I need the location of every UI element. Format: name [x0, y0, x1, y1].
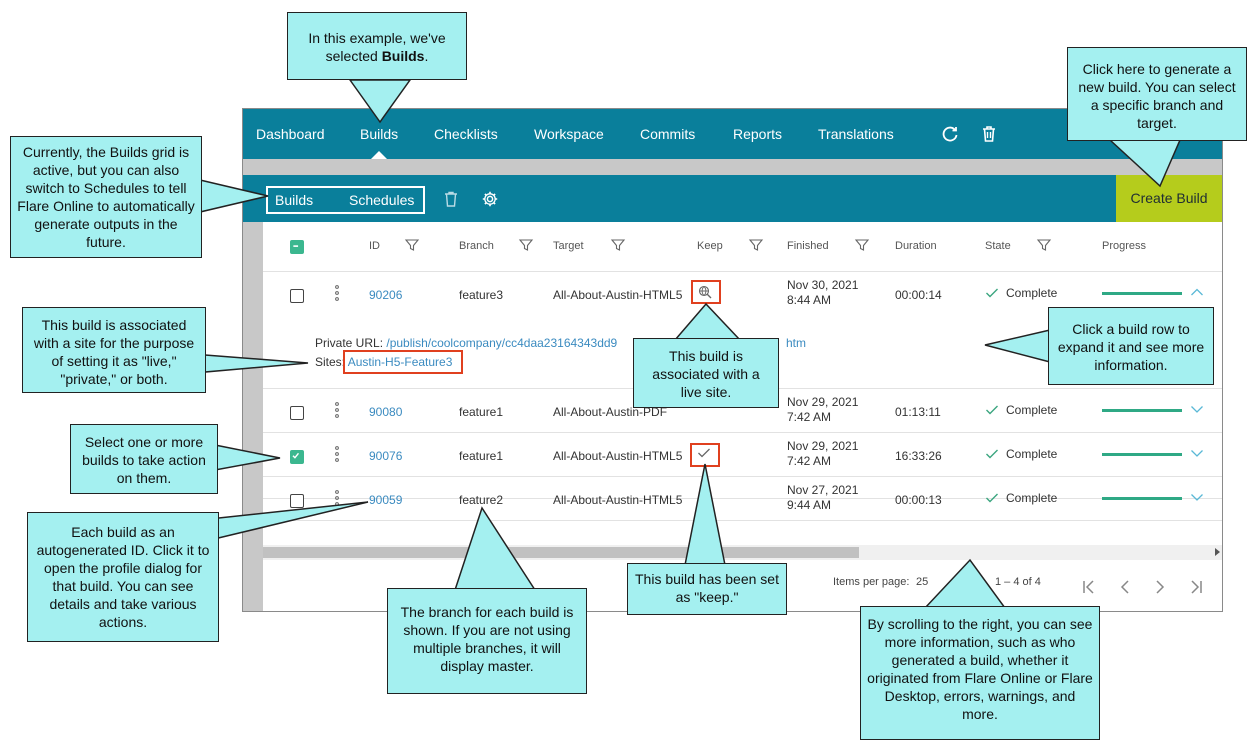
callout-select-builds: Select one or more builds to take action…	[70, 424, 218, 494]
callout-selected-builds: In this example, we've selected Builds.	[287, 12, 467, 80]
callout-autogen-id: Each build as an autogenerated ID. Click…	[27, 512, 219, 642]
callout-scroll-right: By scrolling to the right, you can see m…	[860, 606, 1100, 740]
callout-create-build: Click here to generate a new build. You …	[1067, 47, 1247, 141]
callout-keep: This build has been set as "keep."	[627, 563, 787, 615]
callout-selected-builds-end: .	[424, 48, 429, 64]
callout-live-site: This build is associated with a live sit…	[633, 338, 779, 408]
callout-grid-active: Currently, the Builds grid is active, bu…	[10, 136, 202, 258]
callout-branch: The branch for each build is shown. If y…	[387, 588, 587, 694]
callout-selected-builds-line2: selected	[325, 48, 378, 64]
callout-selected-builds-line1: In this example, we've	[308, 30, 446, 46]
callout-site-associated: This build is associated with a site for…	[22, 307, 206, 393]
callout-expand-row: Click a build row to expand it and see m…	[1048, 307, 1214, 385]
callout-selected-builds-bold: Builds	[381, 48, 425, 64]
